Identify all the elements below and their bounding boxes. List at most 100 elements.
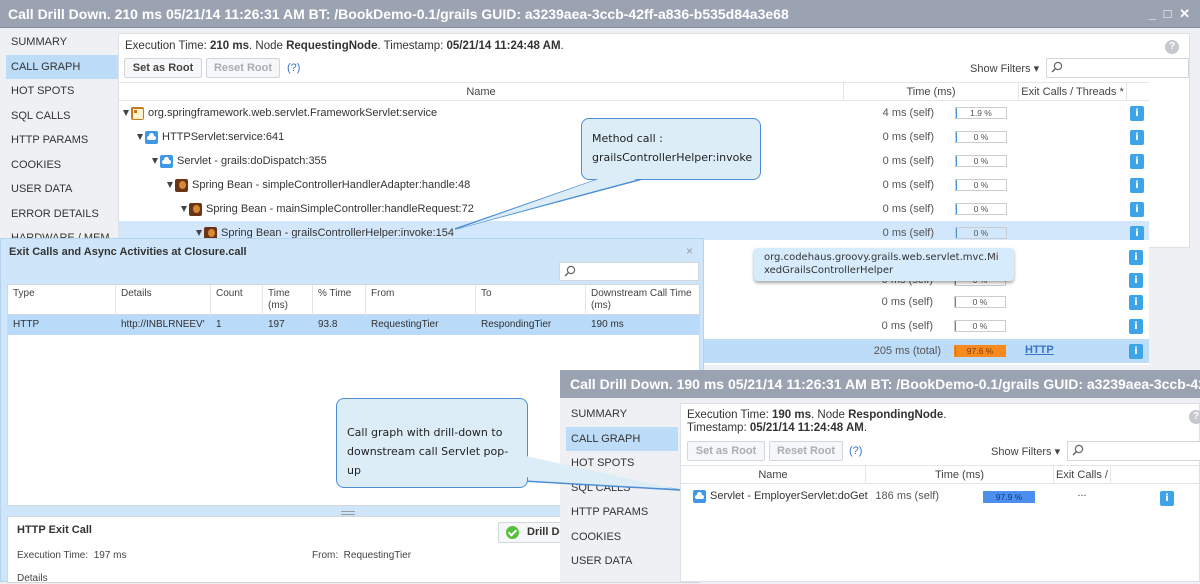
row-percent-bar: 0 % bbox=[954, 296, 1006, 308]
row-name: Spring Bean - simpleControllerHandlerAda… bbox=[192, 179, 471, 191]
sidebar-item-cookies[interactable]: COOKIES bbox=[560, 525, 678, 550]
show-filters-dropdown[interactable]: Show Filters ▾ bbox=[970, 62, 1039, 75]
expand-triangle-icon[interactable] bbox=[181, 206, 187, 213]
column-time[interactable]: Time (ms) bbox=[866, 466, 1054, 484]
info-icon[interactable]: i bbox=[1129, 344, 1143, 359]
exec-time-label: Execution Time: bbox=[125, 40, 211, 52]
column-to[interactable]: To bbox=[476, 285, 586, 315]
exit-calls-search-input[interactable] bbox=[559, 262, 699, 281]
sidebar-item-sql-calls[interactable]: SQL CALLS bbox=[560, 476, 678, 501]
reset-root-button[interactable]: Reset Root bbox=[769, 441, 843, 461]
info-icon[interactable]: i bbox=[1129, 295, 1143, 310]
expand-triangle-icon[interactable] bbox=[137, 134, 143, 141]
minimize-icon[interactable]: _ bbox=[1149, 6, 1158, 21]
sidebar-item-sql-calls[interactable]: SQL CALLS bbox=[0, 104, 118, 129]
set-as-root-button[interactable]: Set as Root bbox=[687, 441, 765, 461]
timestamp-value: 05/21/14 11:24:48 AM bbox=[446, 40, 561, 52]
column-time[interactable]: Time (ms) bbox=[263, 285, 313, 315]
call-graph-row[interactable]: Servlet - EmployerServlet:doGet 186 ms (… bbox=[681, 484, 1200, 508]
sidebar-item-error-details[interactable]: ERROR DETAILS bbox=[0, 202, 118, 227]
help-icon[interactable]: ? bbox=[1189, 410, 1200, 424]
sidebar-item-hot-spots[interactable]: HOT SPOTS bbox=[0, 79, 118, 104]
row-name: Servlet - grails:doDispatch:355 bbox=[177, 155, 327, 167]
reset-root-button[interactable]: Reset Root bbox=[206, 58, 280, 78]
column-from[interactable]: From bbox=[366, 285, 476, 315]
spring-bean-icon bbox=[175, 178, 188, 192]
class-name-tooltip: org.codehaus.groovy.grails.web.servlet.m… bbox=[754, 248, 1014, 281]
call-graph-row[interactable]: 0 ms (self) 0 % i bbox=[704, 314, 1149, 338]
expand-triangle-icon[interactable] bbox=[123, 110, 129, 117]
cell-downstream-time: 190 ms bbox=[591, 319, 624, 330]
column-exit-calls[interactable]: Exit Calls / Threads * bbox=[1019, 83, 1127, 101]
sidebar-item-summary[interactable]: SUMMARY bbox=[0, 30, 118, 55]
detail-exec-time: Execution Time: 197 ms bbox=[17, 550, 127, 561]
sidebar-item-hot-spots[interactable]: HOT SPOTS bbox=[560, 451, 678, 476]
column-type[interactable]: Type bbox=[8, 285, 116, 315]
cloud-icon bbox=[160, 154, 173, 168]
info-icon[interactable]: i bbox=[1129, 273, 1143, 288]
sidebar-item-http-params[interactable]: HTTP PARAMS bbox=[560, 500, 678, 525]
row-time: 0 ms (self) bbox=[882, 131, 934, 143]
close-icon[interactable]: ✕ bbox=[1179, 6, 1192, 21]
column-name[interactable]: Name bbox=[681, 466, 866, 484]
window-title-bar: Call Drill Down. 210 ms 05/21/14 11:26:3… bbox=[0, 0, 1200, 28]
help-icon[interactable]: ? bbox=[1165, 40, 1179, 54]
expand-triangle-icon[interactable] bbox=[152, 158, 158, 165]
cell-details: http://INBLRNEEV' bbox=[121, 319, 205, 330]
row-percent-bar: 97.6 % bbox=[954, 345, 1006, 357]
column-time[interactable]: Time (ms) bbox=[844, 83, 1019, 101]
exit-calls-header: Type Details Count Time (ms) % Time From… bbox=[8, 285, 699, 315]
info-icon[interactable]: i bbox=[1160, 491, 1174, 506]
column-count[interactable]: Count bbox=[211, 285, 263, 315]
info-icon[interactable]: i bbox=[1130, 202, 1144, 217]
exit-call-row[interactable]: HTTP http://INBLRNEEV' 1 197 93.8 Reques… bbox=[8, 315, 699, 335]
expand-triangle-icon[interactable] bbox=[196, 230, 202, 237]
cloud-icon bbox=[693, 489, 706, 503]
close-icon[interactable]: × bbox=[686, 244, 693, 258]
cell-percent-time: 93.8 bbox=[318, 319, 338, 330]
info-icon[interactable]: i bbox=[1130, 154, 1144, 169]
call-graph-row[interactable]: 0 ms (self) 0 % i bbox=[704, 290, 1149, 314]
info-icon[interactable]: i bbox=[1130, 226, 1144, 241]
sidebar-item-call-graph[interactable]: CALL GRAPH bbox=[566, 426, 678, 451]
row-time: 205 ms (total) bbox=[873, 345, 941, 357]
http-exit-call-link[interactable]: HTTP bbox=[1025, 344, 1054, 356]
column-exit-calls[interactable]: Exit Calls / ... bbox=[1054, 466, 1111, 499]
row-time: 186 ms (self) bbox=[875, 490, 939, 502]
sidebar: SUMMARY CALL GRAPH HOT SPOTS SQL CALLS H… bbox=[560, 402, 678, 574]
sidebar-item-call-graph[interactable]: CALL GRAPH bbox=[6, 54, 118, 79]
help-link[interactable]: (?) bbox=[287, 62, 300, 74]
info-icon[interactable]: i bbox=[1130, 178, 1144, 193]
column-details[interactable]: Details bbox=[116, 285, 211, 315]
column-downstream-time[interactable]: Downstream Call Time (ms) bbox=[586, 285, 701, 315]
call-graph-row[interactable]: Spring Bean - mainSimpleController:handl… bbox=[119, 197, 1149, 221]
period: . bbox=[863, 422, 868, 434]
column-name[interactable]: Name bbox=[119, 83, 844, 101]
search-input[interactable] bbox=[1067, 441, 1200, 461]
row-name: HTTPServlet:service:641 bbox=[162, 131, 285, 143]
sidebar-item-user-data[interactable]: USER DATA bbox=[0, 177, 118, 202]
show-filters-dropdown[interactable]: Show Filters ▾ bbox=[991, 445, 1060, 458]
row-percent-bar: 0 % bbox=[955, 227, 1007, 239]
info-icon[interactable]: i bbox=[1130, 130, 1144, 145]
info-icon[interactable]: i bbox=[1129, 250, 1143, 265]
info-icon[interactable]: i bbox=[1130, 106, 1144, 121]
info-icon[interactable]: i bbox=[1129, 319, 1143, 334]
timestamp-value: 05/21/14 11:24:48 AM bbox=[749, 422, 864, 434]
sidebar-item-http-params[interactable]: HTTP PARAMS bbox=[0, 128, 118, 153]
cell-time: 197 bbox=[268, 319, 285, 330]
sidebar-item-user-data[interactable]: USER DATA bbox=[560, 549, 678, 574]
panel-resize-handle[interactable] bbox=[341, 511, 355, 515]
help-link[interactable]: (?) bbox=[849, 445, 862, 457]
search-input[interactable] bbox=[1046, 58, 1189, 78]
row-percent-bar: 0 % bbox=[955, 203, 1007, 215]
column-percent-time[interactable]: % Time bbox=[313, 285, 366, 315]
row-time: 0 ms (self) bbox=[881, 320, 933, 332]
call-graph-row-total[interactable]: 205 ms (total) 97.6 % HTTP i bbox=[704, 339, 1149, 363]
expand-triangle-icon[interactable] bbox=[167, 182, 173, 189]
sidebar-item-summary[interactable]: SUMMARY bbox=[560, 402, 678, 427]
sidebar-item-cookies[interactable]: COOKIES bbox=[0, 153, 118, 178]
set-as-root-button[interactable]: Set as Root bbox=[124, 58, 202, 78]
cell-to: RespondingTier bbox=[481, 319, 552, 330]
maximize-icon[interactable]: □ bbox=[1164, 6, 1174, 21]
